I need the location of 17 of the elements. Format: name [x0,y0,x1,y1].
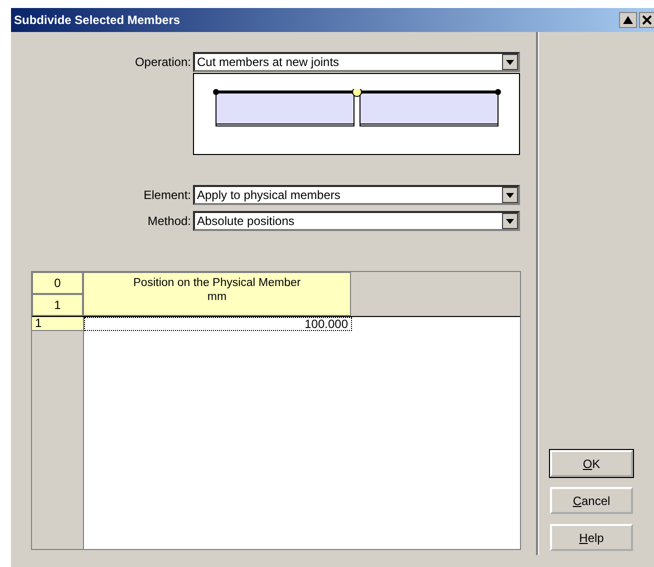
maximize-icon[interactable] [619,12,637,28]
field-label: Method: [146,213,192,230]
row-header-cell: 1 [32,317,83,331]
dropdown[interactable]: Apply to physical members [193,185,520,205]
row-header-cell: 1 [32,294,83,316]
row-header-cell: 0 [32,272,83,294]
close-icon[interactable] [639,12,654,28]
field-label: Operation: [134,54,192,71]
dialog-button[interactable]: Cancel [550,487,633,514]
field-label: Element: [142,187,192,204]
dropdown[interactable]: Absolute positions [193,211,520,231]
dialog-button[interactable]: Help [550,524,633,551]
window-title: Subdivide Selected Members [14,13,180,27]
dialog-button[interactable]: OK [550,450,633,477]
dropdown[interactable]: Cut members at new joints [193,52,520,72]
table-cell[interactable]: 100.000 [84,317,352,331]
column-header: Position on the Physical Member mm [83,272,351,316]
